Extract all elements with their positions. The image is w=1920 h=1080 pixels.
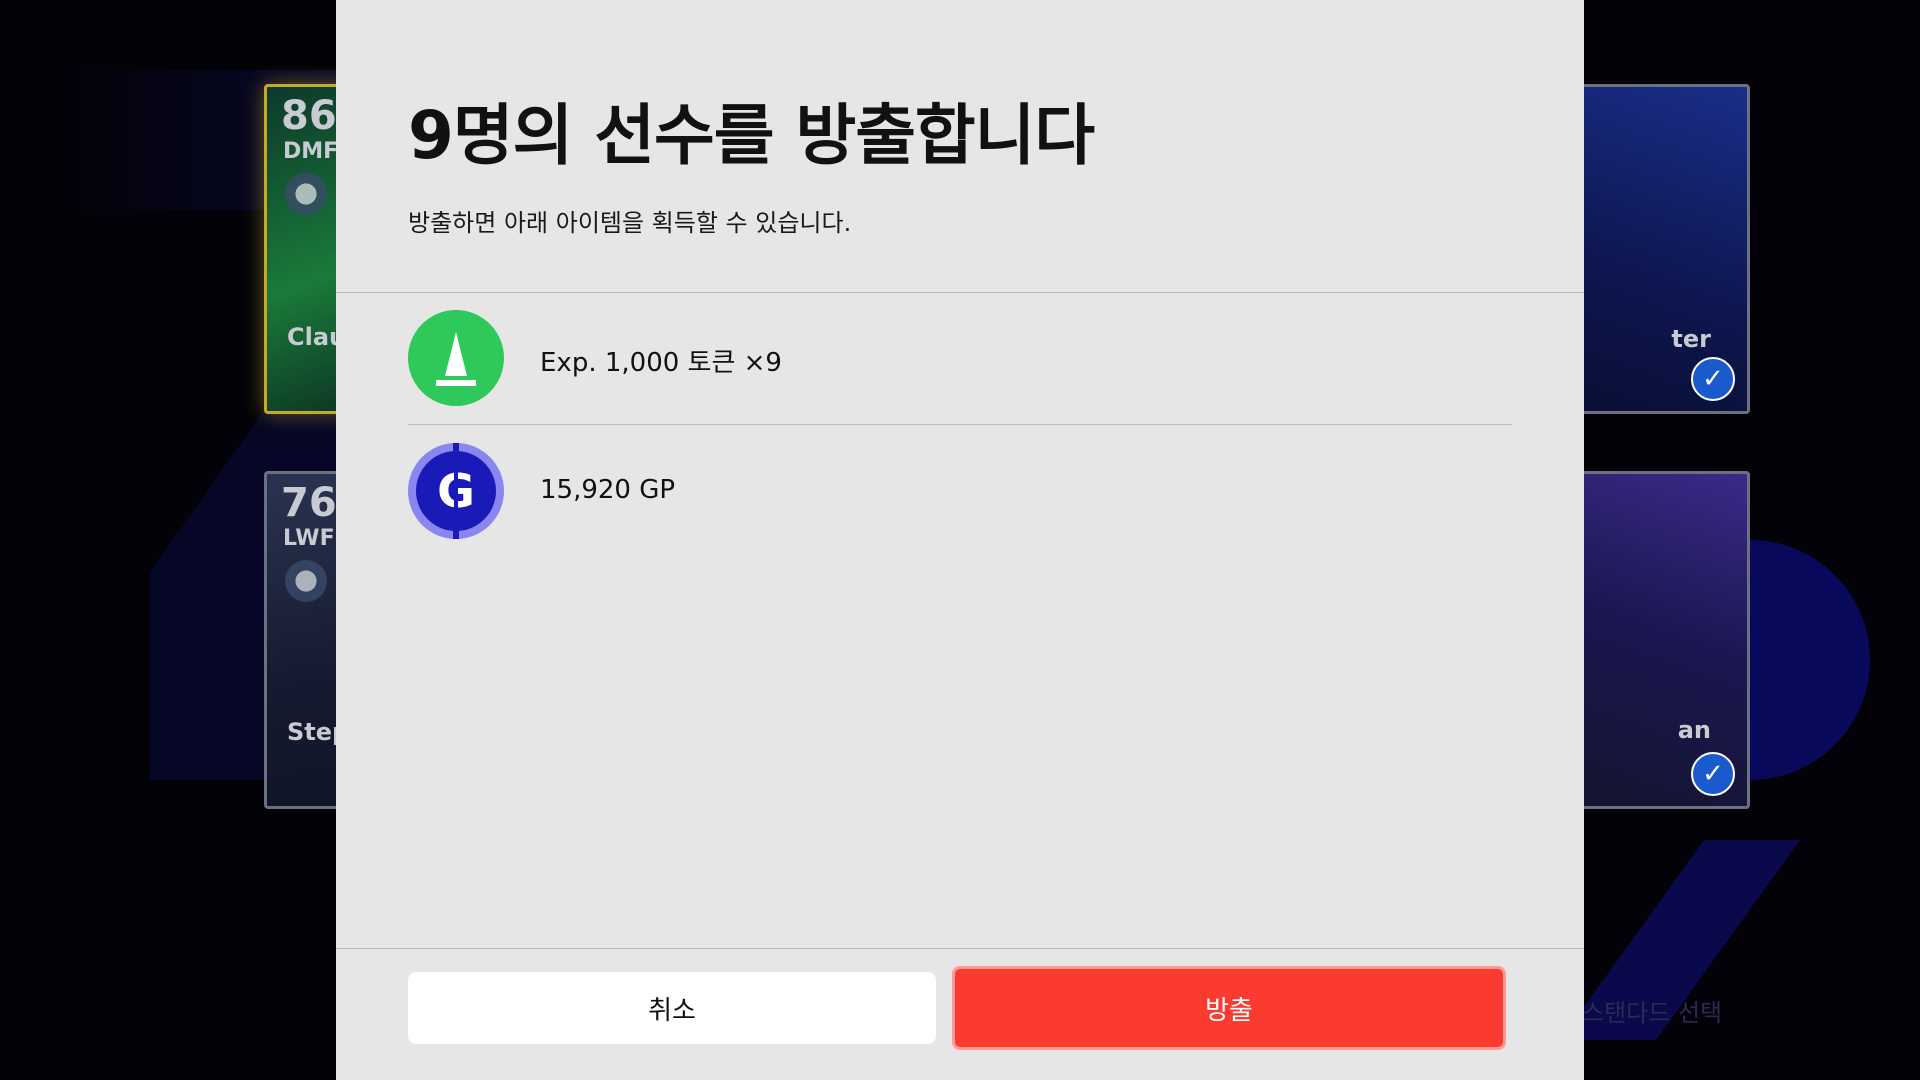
training-cone-icon — [408, 310, 504, 406]
dialog-header: 9명의 선수를 방출합니다 방출하면 아래 아이템을 획득할 수 있습니다. — [336, 0, 1584, 292]
card-player-name: ter — [1671, 325, 1711, 353]
screen: 86 DMF Clau 76 LWF Step ter ✓ an ✓ 스탠다드 … — [0, 0, 1920, 1080]
player-card[interactable]: an ✓ — [1580, 471, 1750, 809]
checkmark-icon: ✓ — [1691, 752, 1735, 796]
card-rating: 86 — [281, 93, 337, 139]
release-button[interactable]: 방출 — [952, 966, 1506, 1050]
reward-item: Exp. 1,000 토큰 ×9 — [408, 292, 1512, 425]
standard-select-label: 스탠다드 선택 — [1582, 999, 1723, 1027]
card-position: LWF — [283, 526, 335, 551]
checkmark-icon: ✓ — [1691, 357, 1735, 401]
reward-item: G 15,920 GP — [408, 425, 1512, 557]
dialog-subtitle: 방출하면 아래 아이템을 획득할 수 있습니다. — [408, 209, 852, 237]
club-crest-icon — [285, 560, 327, 602]
release-dialog: 9명의 선수를 방출합니다 방출하면 아래 아이템을 획득할 수 있습니다. E… — [336, 0, 1584, 1080]
club-crest-icon — [285, 173, 327, 215]
divider — [336, 948, 1584, 949]
reward-label: 15,920 GP — [540, 475, 676, 505]
card-rating: 76 — [281, 480, 337, 526]
card-position: DMF — [283, 139, 339, 164]
dialog-title: 9명의 선수를 방출합니다 — [408, 97, 1095, 174]
card-player-name: an — [1677, 716, 1711, 744]
gp-coin-icon: G — [408, 443, 504, 539]
cancel-button[interactable]: 취소 — [408, 972, 936, 1044]
player-card[interactable]: ter ✓ — [1580, 84, 1750, 414]
reward-label: Exp. 1,000 토큰 ×9 — [540, 348, 782, 378]
